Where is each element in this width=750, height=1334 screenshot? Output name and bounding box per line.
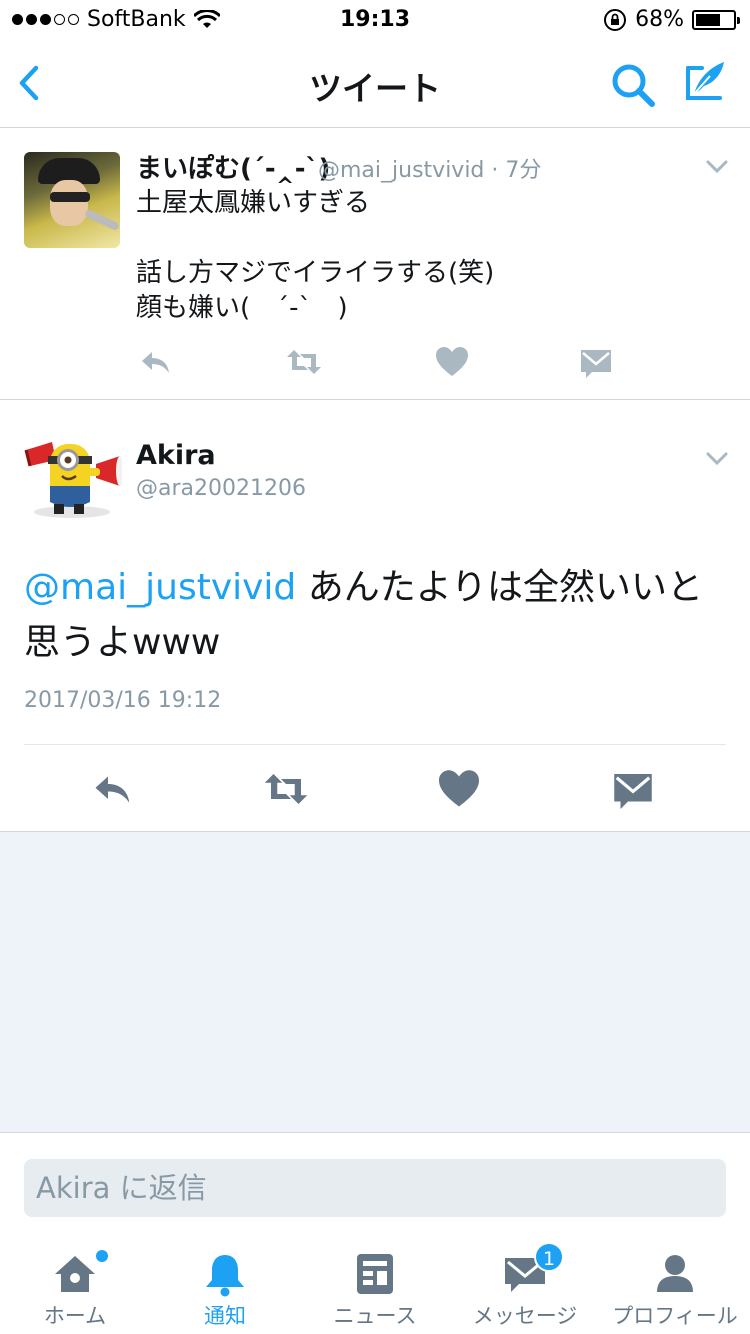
news-icon [357,1254,393,1294]
main-tweet: Akira @ara20021206 @mai_justvivid あんたよりは… [0,400,750,832]
chevron-down-icon[interactable] [702,446,732,470]
direct-message-icon[interactable] [608,764,658,814]
tweet-text: 土屋太鳳嫌いすぎる 話し方マジでイライラする(笑) 顔も嫌い( ´-` ) [136,188,495,323]
reply-input[interactable]: Akira に返信 [24,1159,726,1217]
reply-bar: Akira に返信 [0,1132,750,1236]
compose-icon[interactable] [680,56,730,106]
tab-label: 通知 [204,1304,246,1328]
tab-label: メッセージ [472,1304,578,1328]
home-icon [55,1256,95,1292]
tab-messages[interactable]: 1 メッセージ [450,1236,600,1334]
status-bar: SoftBank 19:13 68% [0,0,750,40]
direct-message-icon[interactable] [576,342,616,382]
rotation-lock-icon [604,8,627,31]
reply-icon[interactable] [88,764,138,814]
tweet-actions [0,764,750,814]
tab-label: ホーム [43,1304,107,1328]
profile-icon [657,1255,693,1292]
new-content-dot [96,1250,108,1262]
tab-bar: ホーム 通知 ニュース 1 メッセージ プロフィール [0,1236,750,1334]
status-right: 68% [603,7,740,32]
message-badge: 1 [534,1242,564,1272]
retweet-icon[interactable] [284,342,324,382]
search-icon[interactable] [608,60,658,110]
tweet-author-handle: @ara20021206 [136,476,306,501]
tweet-text: @mai_justvivid あんたよりは全然いいと思うよwww [24,560,728,670]
avatar[interactable] [24,152,120,248]
mention-link[interactable]: @mai_justvivid [24,567,296,608]
heart-icon[interactable] [434,764,484,814]
tab-news[interactable]: ニュース [300,1236,450,1334]
tab-label: プロフィール [612,1304,738,1328]
tweet-author-handle: @mai_justvivid · 7分 [318,158,542,183]
retweet-icon[interactable] [261,764,311,814]
bell-icon [206,1255,244,1297]
heart-icon[interactable] [432,342,472,382]
battery-percent: 68% [635,7,684,32]
tweet-author-name[interactable]: Akira [136,440,216,471]
parent-tweet[interactable]: まいぽむ(´-‸-`) @mai_justvivid · 7分 土屋太鳳嫌いすぎ… [0,128,750,400]
tab-home[interactable]: ホーム [0,1236,150,1334]
avatar[interactable] [22,420,122,520]
chevron-down-icon[interactable] [702,154,732,178]
reply-icon[interactable] [136,342,176,382]
divider [24,744,726,745]
tweet-author-name[interactable]: まいぽむ(´-‸-`) [136,148,330,185]
tab-profile[interactable]: プロフィール [600,1236,750,1334]
battery-level [696,13,721,26]
tweet-actions [136,342,636,382]
nav-bar: ツイート [0,40,750,128]
tab-notifications[interactable]: 通知 [150,1236,300,1334]
tweet-timestamp: 2017/03/16 19:12 [24,688,222,713]
tab-label: ニュース [333,1304,417,1328]
battery-icon [692,9,740,30]
